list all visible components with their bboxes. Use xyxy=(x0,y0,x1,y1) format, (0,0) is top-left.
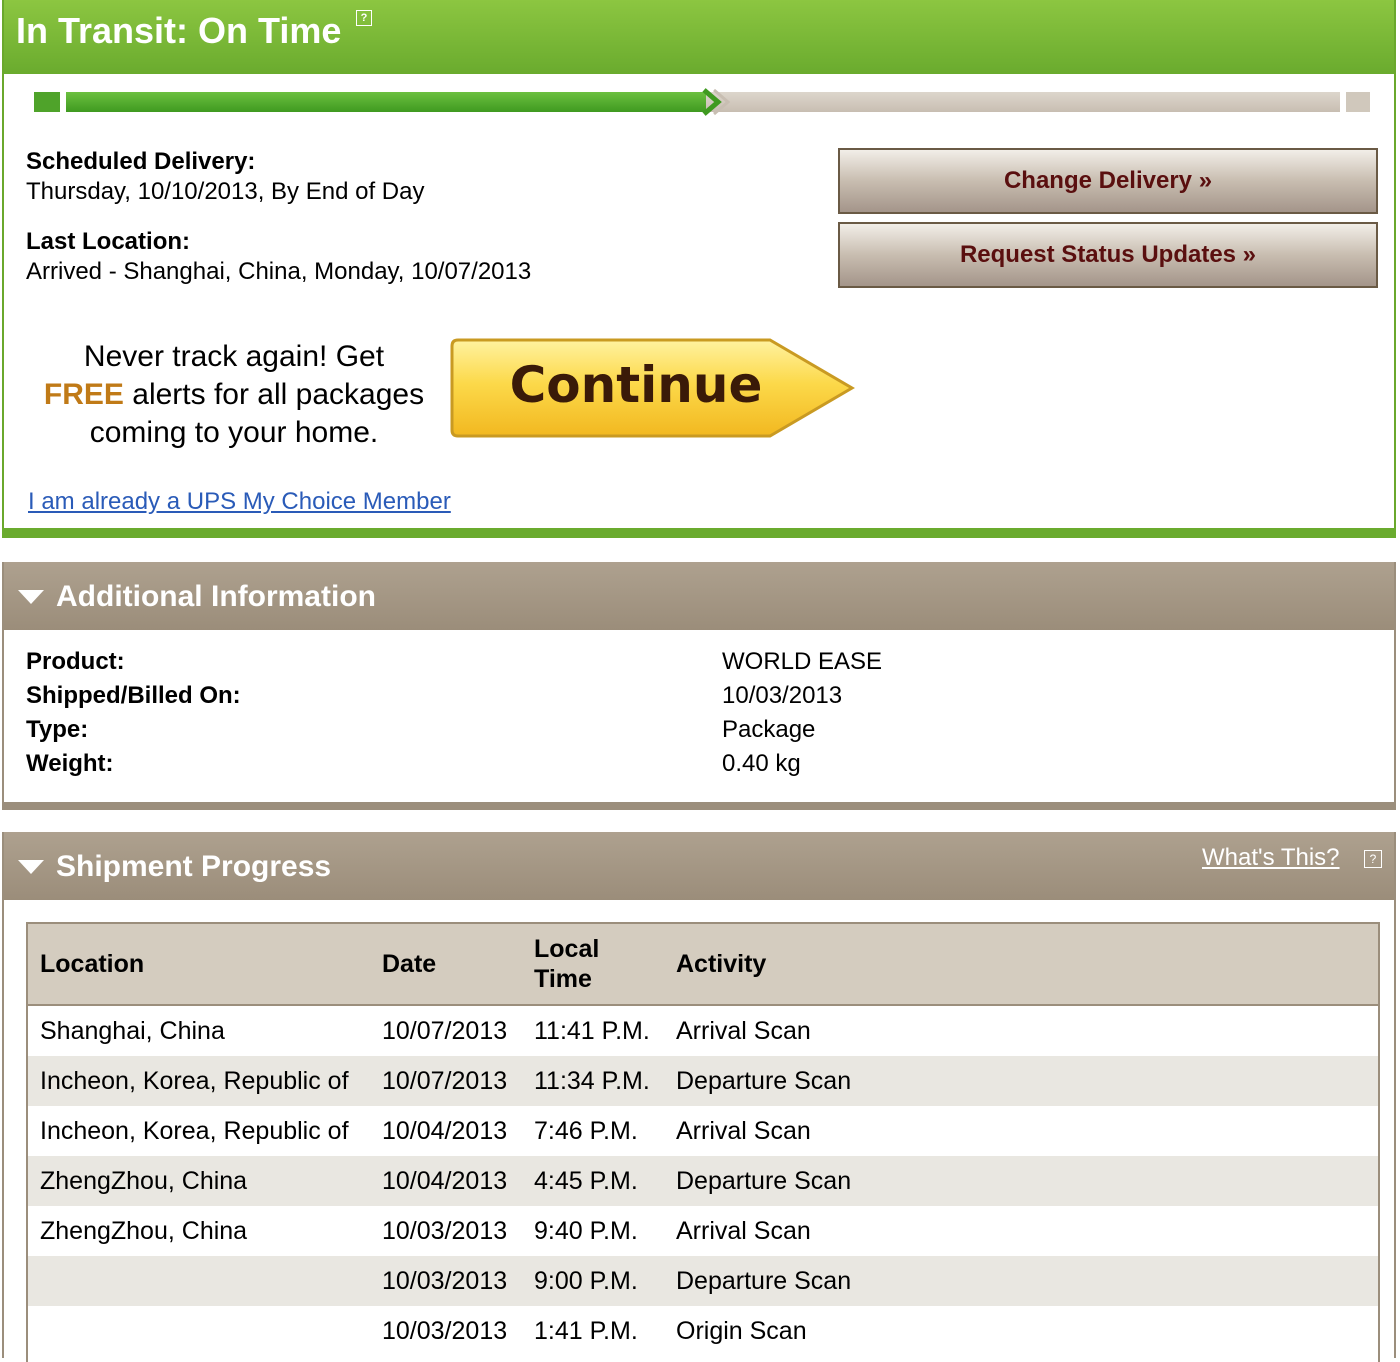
cell-time: 9:00 P.M. xyxy=(534,1267,638,1295)
info-value: Package xyxy=(722,716,816,743)
promo-free-text: FREE xyxy=(43,378,124,411)
cell-location: Shanghai, China xyxy=(40,1017,225,1045)
promo-line-2: FREE alerts for all packages xyxy=(24,376,444,414)
cell-time: 11:34 P.M. xyxy=(534,1067,650,1095)
shipment-progress-header[interactable]: Shipment Progress What's This? ? xyxy=(4,832,1394,900)
delivery-progress-bar xyxy=(34,88,1370,116)
column-header-date: Date xyxy=(382,950,437,978)
help-icon[interactable]: ? xyxy=(1364,850,1382,868)
info-label: Type: xyxy=(26,716,89,743)
section-title: Additional Information xyxy=(56,580,376,613)
cell-time: 4:45 P.M. xyxy=(534,1167,638,1195)
last-location: Last Location: Arrived - Shanghai, China… xyxy=(26,228,531,286)
request-status-updates-button[interactable]: Request Status Updates » xyxy=(838,222,1378,288)
cell-date: 10/03/2013 xyxy=(382,1267,508,1295)
last-location-label: Last Location: xyxy=(26,228,191,255)
progress-end-segment xyxy=(1346,92,1370,112)
collapse-triangle-icon[interactable] xyxy=(18,860,44,874)
cell-location: Incheon, Korea, Republic of xyxy=(40,1067,349,1095)
cell-time: 1:41 P.M. xyxy=(534,1317,638,1345)
cell-date: 10/07/2013 xyxy=(382,1017,508,1045)
continue-button-label[interactable]: Continue xyxy=(448,356,824,414)
status-header: In Transit: On Time ? xyxy=(4,0,1394,74)
table-header: Location Date Local Time Activity xyxy=(28,924,1378,1006)
column-header-local-time-line2: Time xyxy=(534,965,592,993)
collapse-triangle-icon[interactable] xyxy=(18,590,44,604)
table-row: ZhengZhou, China 10/03/2013 9:40 P.M. Ar… xyxy=(28,1206,1378,1256)
table-row: Incheon, Korea, Republic of 10/07/2013 1… xyxy=(28,1056,1378,1106)
my-choice-member-link[interactable]: I am already a UPS My Choice Member xyxy=(28,488,451,516)
table-row: ZhengZhou, China 10/04/2013 4:45 P.M. De… xyxy=(28,1156,1378,1206)
shipment-progress-table: Location Date Local Time Activity Shangh… xyxy=(26,922,1380,1362)
section-bottom-border xyxy=(2,802,1396,810)
column-header-location: Location xyxy=(40,950,145,978)
progress-remaining-segment xyxy=(702,92,1340,112)
cell-activity: Arrival Scan xyxy=(676,1017,811,1045)
progress-start-segment xyxy=(34,92,60,112)
cell-activity: Departure Scan xyxy=(676,1267,852,1295)
cell-date: 10/04/2013 xyxy=(382,1167,508,1195)
section-title: Shipment Progress xyxy=(56,850,332,883)
cell-location: ZhengZhou, China xyxy=(40,1217,248,1245)
progress-chevron-icon xyxy=(702,88,731,116)
promo-line-2-rest: alerts for all packages xyxy=(123,378,425,411)
status-title: In Transit: On Time xyxy=(16,10,342,51)
cell-activity: Arrival Scan xyxy=(676,1217,811,1245)
column-header-local-time-line1: Local xyxy=(534,935,600,963)
cell-activity: Departure Scan xyxy=(676,1167,852,1195)
info-value: 10/03/2013 xyxy=(722,682,843,709)
info-label: Weight: xyxy=(26,750,114,777)
cell-activity: Departure Scan xyxy=(676,1067,852,1095)
promo-line-1: Never track again! Get xyxy=(83,340,385,373)
additional-information-section: Additional Information Product: WORLD EA… xyxy=(2,562,1396,810)
progress-filled-segment xyxy=(66,92,706,112)
table-row: 10/03/2013 9:00 P.M. Departure Scan xyxy=(28,1256,1378,1306)
change-delivery-button[interactable]: Change Delivery » xyxy=(838,148,1378,214)
cell-time: 11:41 P.M. xyxy=(534,1017,650,1045)
whats-this-link[interactable]: What's This? xyxy=(1202,844,1340,872)
column-header-local-time: Local Time xyxy=(534,934,599,994)
cell-date: 10/03/2013 xyxy=(382,1317,508,1345)
cell-activity: Origin Scan xyxy=(676,1317,807,1345)
info-label: Product: xyxy=(26,648,125,675)
my-choice-promo: Never track again! Get FREE alerts for a… xyxy=(24,338,444,452)
additional-information-header[interactable]: Additional Information xyxy=(4,562,1394,630)
status-bottom-border xyxy=(2,528,1396,538)
cell-time: 9:40 P.M. xyxy=(534,1217,638,1245)
cell-date: 10/03/2013 xyxy=(382,1217,508,1245)
cell-location: ZhengZhou, China xyxy=(40,1167,248,1195)
info-value: 0.40 kg xyxy=(722,750,801,777)
help-icon[interactable]: ? xyxy=(356,10,372,26)
cell-activity: Arrival Scan xyxy=(676,1117,811,1145)
scheduled-delivery: Scheduled Delivery: Thursday, 10/10/2013… xyxy=(26,148,424,206)
info-label: Shipped/Billed On: xyxy=(26,682,241,709)
table-row: 10/03/2013 1:41 P.M. Origin Scan xyxy=(28,1306,1378,1356)
last-location-value: Arrived - Shanghai, China, Monday, 10/07… xyxy=(26,258,532,285)
promo-line-3: coming to your home. xyxy=(89,416,379,449)
status-panel: In Transit: On Time ? Scheduled Delivery… xyxy=(2,0,1396,538)
column-header-activity: Activity xyxy=(676,950,767,978)
scheduled-delivery-value: Thursday, 10/10/2013, By End of Day xyxy=(26,178,425,205)
table-row: Incheon, Korea, Republic of 10/04/2013 7… xyxy=(28,1106,1378,1156)
cell-date: 10/04/2013 xyxy=(382,1117,508,1145)
cell-time: 7:46 P.M. xyxy=(534,1117,638,1145)
table-row: Shanghai, China 10/07/2013 11:41 P.M. Ar… xyxy=(28,1006,1378,1056)
info-value: WORLD EASE xyxy=(722,648,883,675)
shipment-progress-section: Shipment Progress What's This? ? Locatio… xyxy=(2,832,1396,1362)
scheduled-delivery-label: Scheduled Delivery: xyxy=(26,148,256,175)
cell-date: 10/07/2013 xyxy=(382,1067,508,1095)
cell-location: Incheon, Korea, Republic of xyxy=(40,1117,349,1145)
